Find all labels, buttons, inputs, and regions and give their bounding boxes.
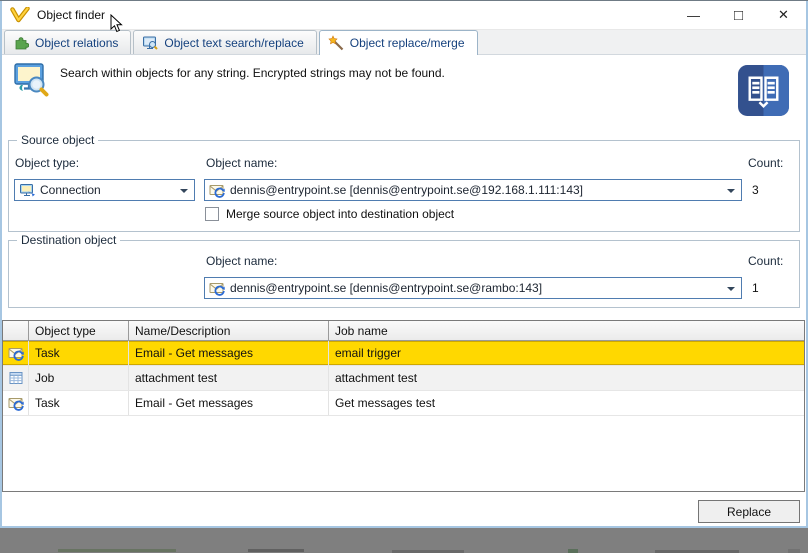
- window-controls: — □ ✕: [671, 1, 806, 29]
- destination-object-name-dropdown[interactable]: dennis@entrypoint.se [dennis@entrypoint.…: [204, 277, 742, 299]
- table-header-row: Object type Name/Description Job name: [3, 321, 804, 341]
- minimize-button[interactable]: —: [671, 1, 716, 29]
- chevron-down-icon: [180, 189, 188, 193]
- header-icon-column[interactable]: [3, 321, 29, 341]
- cell-job-name: email trigger: [335, 346, 402, 360]
- header-name-description[interactable]: Name/Description: [129, 321, 329, 341]
- chevron-down-icon: [727, 189, 735, 193]
- chevron-down-icon: [727, 287, 735, 291]
- mail-task-icon: [8, 398, 24, 411]
- search-objects-icon: [14, 63, 49, 97]
- table-row[interactable]: Task Email - Get messages email trigger: [3, 341, 804, 366]
- source-count-value: 3: [752, 183, 759, 197]
- tab-label: Object text search/replace: [164, 35, 304, 50]
- mail-task-icon: [8, 348, 24, 361]
- background-fragment: [568, 549, 578, 553]
- background-fragment: [788, 549, 800, 553]
- background-fragment: [248, 549, 304, 552]
- source-object-name-dropdown[interactable]: dennis@entrypoint.se [dennis@entrypoint.…: [204, 179, 742, 201]
- tab-label: Object relations: [35, 35, 119, 50]
- replace-button-label: Replace: [726, 504, 772, 519]
- documentation-book-icon[interactable]: [737, 64, 790, 117]
- close-icon: ✕: [778, 7, 789, 22]
- object-type-dropdown[interactable]: Connection: [14, 179, 195, 201]
- header-object-type[interactable]: Object type: [29, 321, 129, 341]
- app-logo-icon: [10, 7, 30, 23]
- wand-icon: [328, 35, 344, 51]
- window-title: Object finder: [37, 8, 106, 22]
- row-icon-cell: [3, 366, 29, 390]
- mail-task-icon: [209, 283, 225, 296]
- close-button[interactable]: ✕: [761, 1, 806, 29]
- mouse-cursor: [110, 14, 123, 33]
- background-fragment: [58, 549, 176, 552]
- source-group-legend: Source object: [17, 133, 99, 147]
- destination-count-value: 1: [752, 281, 759, 295]
- job-icon: [9, 372, 22, 384]
- header-job-name[interactable]: Job name: [329, 321, 804, 341]
- destination-object-group: Destination object Object name: Count: d…: [8, 233, 800, 308]
- mail-task-icon: [209, 185, 225, 198]
- puzzle-icon: [15, 36, 29, 49]
- source-object-name-label: Object name:: [206, 156, 278, 170]
- cell-object-type: Task: [29, 341, 129, 365]
- cell-name-description: attachment test: [129, 366, 329, 390]
- object-finder-window: Object finder — □ ✕ Object relations Obj…: [0, 0, 808, 528]
- destination-object-name-label: Object name:: [206, 254, 278, 268]
- merge-checkbox[interactable]: [205, 207, 219, 221]
- cell-object-type: Task: [29, 391, 129, 415]
- background-window-strip: [0, 528, 808, 553]
- cell-job-name: Get messages test: [335, 396, 436, 410]
- info-text: Search within objects for any string. En…: [60, 66, 445, 80]
- destination-group-legend: Destination object: [17, 233, 121, 247]
- cell-name-description: Email - Get messages: [129, 391, 329, 415]
- cell-object-type: Job: [29, 366, 129, 390]
- table-row[interactable]: Job attachment test attachment test: [3, 366, 804, 391]
- cell-job-name: attachment test: [335, 371, 418, 385]
- cell-name-description: Email - Get messages: [129, 341, 329, 365]
- replace-button[interactable]: Replace: [698, 500, 800, 523]
- connection-icon: [20, 184, 35, 197]
- destination-object-name-value: dennis@entrypoint.se [dennis@entrypoint.…: [230, 281, 543, 295]
- object-type-value: Connection: [40, 183, 101, 197]
- merge-checkbox-label: Merge source object into destination obj…: [226, 207, 455, 221]
- destination-count-label: Count:: [748, 254, 784, 268]
- tab-object-text-search-replace[interactable]: Object text search/replace: [133, 30, 317, 54]
- row-icon-cell: [3, 391, 29, 415]
- minimize-icon: —: [687, 7, 700, 23]
- monitor-search-icon: [143, 36, 159, 50]
- maximize-button[interactable]: □: [716, 1, 761, 29]
- object-type-label: Object type:: [15, 156, 80, 170]
- tab-label: Object replace/merge: [349, 36, 465, 50]
- source-object-group: Source object Object type: Object name: …: [8, 133, 800, 232]
- table-row[interactable]: Task Email - Get messages Get messages t…: [3, 391, 804, 416]
- source-count-label: Count:: [748, 156, 784, 170]
- maximize-icon: □: [733, 6, 744, 24]
- results-table: Object type Name/Description Job name Ta…: [2, 320, 805, 492]
- tab-object-replace-merge[interactable]: Object replace/merge: [318, 30, 478, 55]
- row-icon-cell: [3, 341, 29, 365]
- source-object-name-value: dennis@entrypoint.se [dennis@entrypoint.…: [230, 183, 583, 197]
